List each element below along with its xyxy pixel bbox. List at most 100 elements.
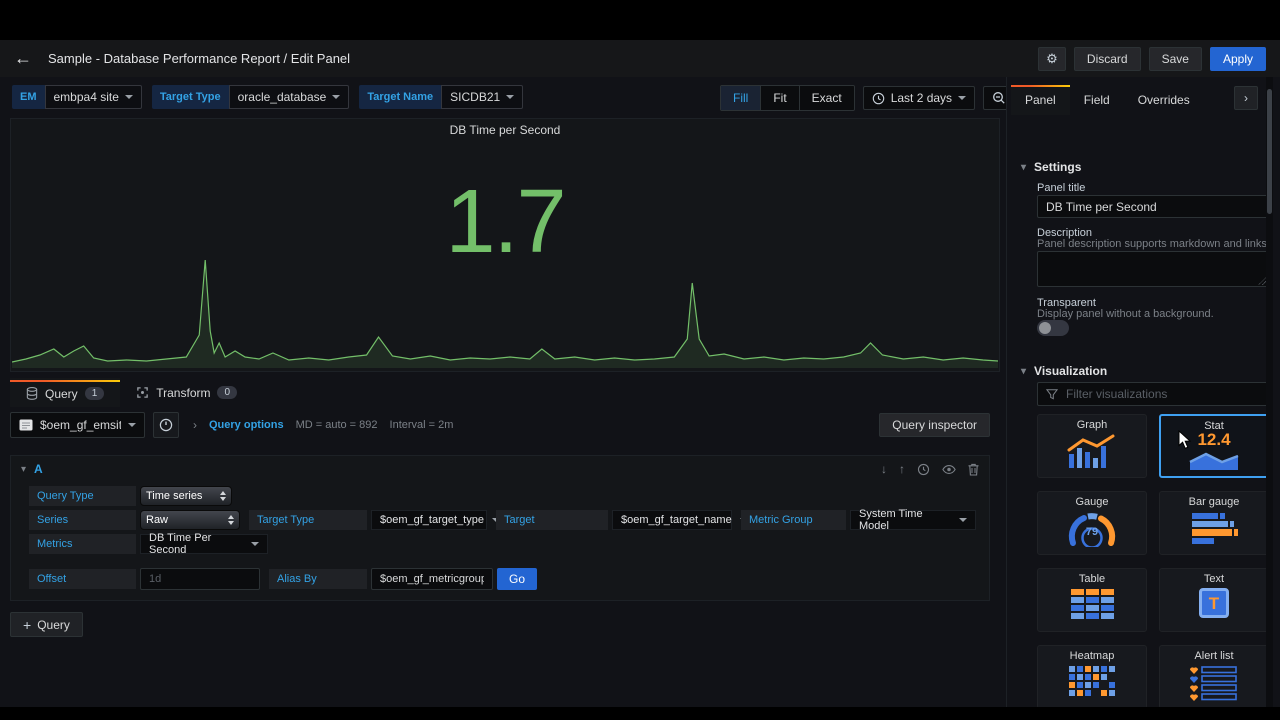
- panel-title-label: Panel title: [1037, 182, 1086, 194]
- tab-overrides[interactable]: Overrides: [1124, 85, 1204, 115]
- plus-icon: +: [23, 616, 32, 633]
- filter-visualizations-input[interactable]: [1064, 386, 1260, 402]
- panel-title-input[interactable]: [1037, 195, 1269, 218]
- chevron-down-icon: ▾: [1021, 365, 1027, 377]
- time-range-picker[interactable]: Last 2 days: [862, 86, 976, 110]
- size-mode-fill-button[interactable]: Fill: [721, 86, 762, 110]
- datasource-icon: [19, 419, 33, 431]
- delete-query-trash-icon[interactable]: [968, 463, 979, 476]
- viz-card-alert-list[interactable]: Alert list: [1159, 645, 1269, 707]
- variable-em-dropdown[interactable]: embpa4 site: [44, 85, 142, 109]
- viz-card-bar-gauge[interactable]: Bar gauge: [1159, 491, 1269, 555]
- scrollbar-thumb[interactable]: [1267, 89, 1272, 214]
- settings-section-header[interactable]: ▾ Settings: [1021, 160, 1081, 174]
- query-type-select[interactable]: Time series: [140, 486, 232, 506]
- viz-card-text[interactable]: Text T: [1159, 568, 1269, 632]
- viz-card-table[interactable]: Table: [1037, 568, 1147, 632]
- description-textarea[interactable]: [1037, 251, 1269, 287]
- back-arrow-icon[interactable]: ←: [14, 48, 32, 69]
- alias-by-label: Alias By: [269, 569, 367, 589]
- disable-query-eye-icon[interactable]: [942, 464, 956, 475]
- datasource-row: $oem_gf_emsite › Query options MD = auto…: [10, 412, 990, 438]
- page-header: ← Sample - Database Performance Report /…: [0, 40, 1280, 77]
- description-help: Panel description supports markdown and …: [1037, 238, 1270, 250]
- panel-preview: DB Time per Second 1.7: [10, 118, 1000, 372]
- spinner-icon: [228, 515, 234, 525]
- tab-field[interactable]: Field: [1070, 85, 1124, 115]
- query-ref-id[interactable]: A: [34, 462, 43, 476]
- datasource-help-button[interactable]: [153, 412, 179, 438]
- variable-target-type-label: Target Type: [151, 85, 229, 109]
- metrics-select[interactable]: DB Time Per Second: [140, 532, 268, 556]
- move-query-down-icon[interactable]: ↓: [881, 462, 887, 476]
- variable-target-name: Target Name SICDB21: [359, 85, 524, 109]
- offset-label: Offset: [29, 569, 136, 589]
- sparkline-chart: [12, 259, 998, 368]
- metric-group-select[interactable]: System Time Model: [850, 508, 976, 532]
- query-count-badge: 1: [84, 387, 105, 400]
- move-query-up-icon[interactable]: ↑: [899, 462, 905, 476]
- tab-panel[interactable]: Panel: [1011, 85, 1070, 115]
- query-type-label: Query Type: [29, 486, 136, 506]
- add-query-button[interactable]: + Query: [10, 612, 83, 637]
- save-button[interactable]: Save: [1148, 46, 1202, 71]
- target-type-select[interactable]: $oem_gf_target_type: [371, 510, 500, 530]
- database-icon: [26, 387, 38, 400]
- panel-settings-button[interactable]: ⚙: [1037, 46, 1066, 71]
- transform-icon: [136, 386, 149, 399]
- visualization-section-header[interactable]: ▾ Visualization: [1021, 364, 1107, 378]
- offset-row: Offset Alias By Go: [11, 568, 989, 590]
- grafana-edit-panel: ← Sample - Database Performance Report /…: [0, 40, 1280, 707]
- chevron-down-icon[interactable]: ▾: [21, 464, 26, 475]
- go-button[interactable]: Go: [497, 568, 537, 590]
- query-history-icon[interactable]: [917, 463, 930, 476]
- tab-transform[interactable]: Transform 0: [120, 378, 253, 407]
- series-label: Series: [29, 510, 136, 530]
- series-row: Series Raw Target Type $oem_gf_target_ty…: [11, 508, 989, 532]
- size-mode-exact-button[interactable]: Exact: [799, 86, 854, 110]
- metric-group-label: Metric Group: [741, 510, 846, 530]
- query-options-toggle[interactable]: Query options: [209, 419, 284, 431]
- funnel-icon: [1046, 389, 1058, 400]
- target-select[interactable]: $oem_gf_target_name: [612, 510, 748, 530]
- viz-card-graph[interactable]: Graph: [1037, 414, 1147, 478]
- viz-card-stat[interactable]: Stat 12.4: [1159, 414, 1269, 478]
- query-type-row: Query Type Time series: [11, 486, 989, 506]
- chevron-down-icon: [506, 95, 515, 99]
- pane-size-mode-group: Fill Fit Exact: [720, 85, 855, 111]
- template-variables-bar: EM embpa4 site Target Type oracle_databa…: [12, 85, 524, 109]
- variable-target-type: Target Type oracle_database: [151, 85, 350, 109]
- variable-em: EM embpa4 site: [12, 85, 142, 109]
- discard-button[interactable]: Discard: [1073, 46, 1141, 71]
- chevron-right-icon: ›: [193, 418, 197, 432]
- sidebar-tabs: Panel Field Overrides: [1011, 85, 1204, 115]
- viz-card-gauge[interactable]: Gauge 79: [1037, 491, 1147, 555]
- transparent-toggle[interactable]: [1037, 320, 1069, 336]
- series-select[interactable]: Raw: [140, 510, 240, 530]
- datasource-picker[interactable]: $oem_gf_emsite: [10, 412, 145, 438]
- max-data-points: MD = auto = 892: [295, 419, 378, 431]
- text-viz-icon: T: [1160, 588, 1268, 618]
- clock-circle-icon: [159, 418, 173, 432]
- query-inspector-button[interactable]: Query inspector: [879, 413, 990, 437]
- variable-target-type-dropdown[interactable]: oracle_database: [228, 85, 350, 109]
- tab-query[interactable]: Query 1: [10, 378, 121, 407]
- collapse-sidebar-button[interactable]: ›: [1234, 86, 1258, 110]
- viz-card-heatmap[interactable]: Heatmap: [1037, 645, 1147, 707]
- filter-visualizations-box: [1037, 382, 1269, 406]
- chevron-down-icon: [959, 518, 967, 522]
- clock-icon: [872, 92, 884, 104]
- metrics-label: Metrics: [29, 534, 136, 554]
- sidebar-scrollbar[interactable]: [1266, 77, 1273, 707]
- variable-target-name-dropdown[interactable]: SICDB21: [441, 85, 524, 109]
- transform-count-badge: 0: [217, 386, 238, 399]
- heatmap-viz-icon: [1038, 665, 1146, 701]
- chevron-down-icon: [332, 95, 341, 99]
- offset-input[interactable]: [140, 568, 260, 590]
- target-type-label: Target Type: [249, 510, 367, 530]
- size-mode-fit-button[interactable]: Fit: [761, 86, 800, 110]
- stat-viz-preview-value: 12.4: [1197, 430, 1231, 449]
- variable-em-label: EM: [12, 85, 45, 109]
- alias-by-input[interactable]: [371, 568, 493, 590]
- apply-button[interactable]: Apply: [1209, 46, 1266, 71]
